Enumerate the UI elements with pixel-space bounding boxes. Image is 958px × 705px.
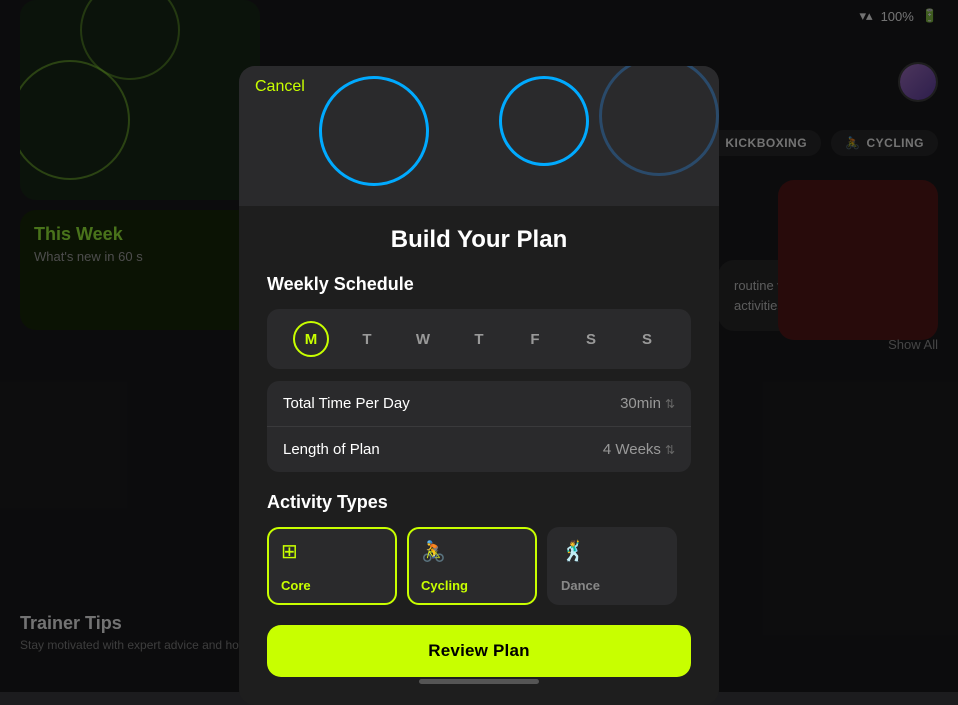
- day-sunday-label: S: [642, 331, 652, 348]
- review-plan-button[interactable]: Review Plan: [267, 625, 691, 677]
- length-chevron: ⇅: [665, 443, 675, 457]
- length-of-plan-row[interactable]: Length of Plan 4 Weeks ⇅: [267, 427, 691, 472]
- core-icon: ⊞: [281, 539, 383, 564]
- activity-types-title: Activity Types: [267, 492, 691, 513]
- modal-circle-2: [499, 76, 589, 166]
- day-saturday[interactable]: S: [573, 321, 609, 357]
- activity-types-grid: ⊞ Core 🚴 Cycling 🕺 Dance: [267, 527, 691, 605]
- modal-circle-3: [599, 66, 719, 176]
- days-row: M T W T F S S: [267, 309, 691, 369]
- total-time-value: 30min ⇅: [620, 395, 675, 412]
- dance-activity-card[interactable]: 🕺 Dance: [547, 527, 677, 605]
- day-monday-label: M: [305, 331, 318, 348]
- dance-icon: 🕺: [561, 539, 663, 564]
- modal-title: Build Your Plan: [267, 226, 691, 254]
- day-friday-label: F: [530, 331, 539, 348]
- cycling-label: Cycling: [421, 578, 523, 593]
- day-thursday-label: T: [474, 331, 483, 348]
- day-tuesday[interactable]: T: [349, 321, 385, 357]
- total-time-chevron: ⇅: [665, 397, 675, 411]
- cycling-icon: 🚴: [421, 539, 523, 564]
- day-wednesday-label: W: [416, 331, 430, 348]
- length-value: 4 Weeks ⇅: [603, 441, 675, 458]
- total-time-val: 30min: [620, 395, 661, 412]
- day-wednesday[interactable]: W: [405, 321, 441, 357]
- day-sunday[interactable]: S: [629, 321, 665, 357]
- modal-circle-1: [319, 76, 429, 186]
- cycling-activity-card[interactable]: 🚴 Cycling: [407, 527, 537, 605]
- home-indicator: [419, 679, 539, 684]
- total-time-row[interactable]: Total Time Per Day 30min ⇅: [267, 381, 691, 427]
- dance-label: Dance: [561, 578, 663, 593]
- modal-overlay: Cancel Build Your Plan Weekly Schedule M…: [0, 0, 958, 692]
- modal-top-bg: [239, 66, 719, 206]
- cancel-button[interactable]: Cancel: [255, 78, 305, 96]
- day-tuesday-label: T: [362, 331, 371, 348]
- length-label: Length of Plan: [283, 441, 380, 458]
- length-val: 4 Weeks: [603, 441, 661, 458]
- day-monday[interactable]: M: [293, 321, 329, 357]
- weekly-schedule-title: Weekly Schedule: [267, 274, 691, 295]
- modal-body: Build Your Plan Weekly Schedule M T W T: [239, 206, 719, 705]
- schedule-options: Total Time Per Day 30min ⇅ Length of Pla…: [267, 381, 691, 472]
- day-friday[interactable]: F: [517, 321, 553, 357]
- core-label: Core: [281, 578, 383, 593]
- day-thursday[interactable]: T: [461, 321, 497, 357]
- core-activity-card[interactable]: ⊞ Core: [267, 527, 397, 605]
- build-plan-modal: Cancel Build Your Plan Weekly Schedule M…: [239, 66, 719, 705]
- total-time-label: Total Time Per Day: [283, 395, 410, 412]
- day-saturday-label: S: [586, 331, 596, 348]
